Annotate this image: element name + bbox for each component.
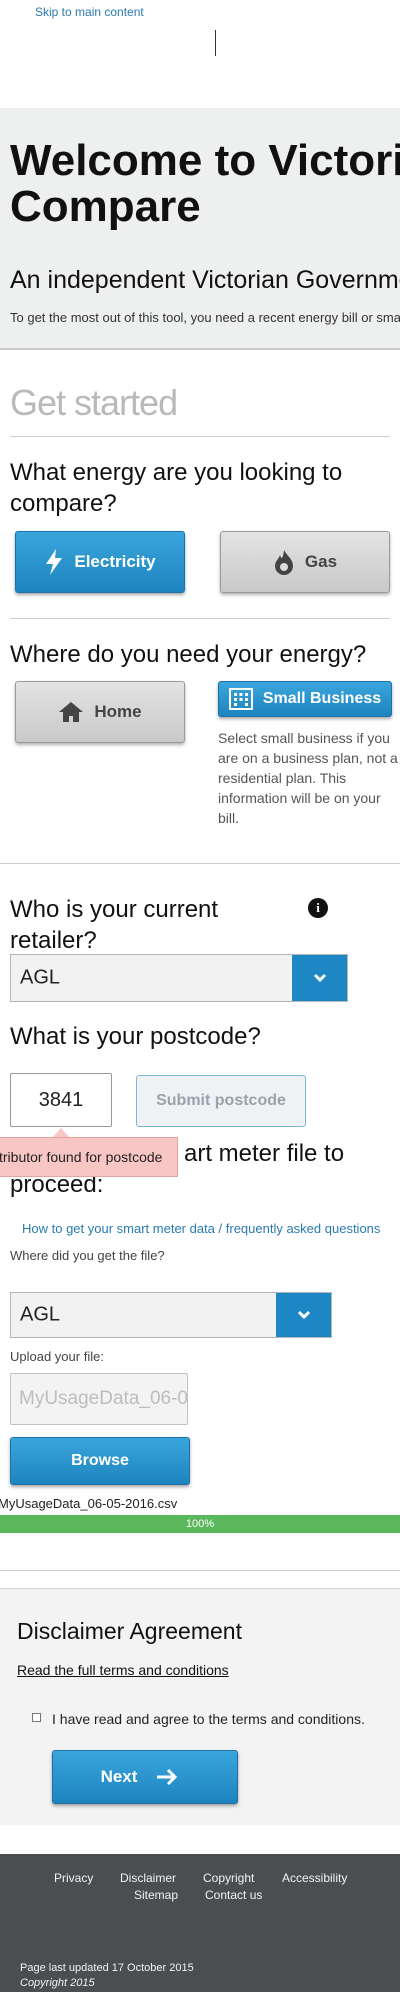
next-button[interactable]: Next — [52, 1750, 238, 1804]
info-icon[interactable]: i — [308, 898, 328, 918]
browse-button[interactable]: Browse — [10, 1437, 190, 1485]
hero-note: To get the most out of this tool, you ne… — [10, 310, 400, 325]
submit-postcode-button[interactable]: Submit postcode — [136, 1075, 306, 1127]
skip-to-content-link[interactable]: Skip to main content — [35, 5, 144, 19]
gas-label: Gas — [304, 552, 338, 571]
home-label: Home — [94, 702, 142, 721]
small-business-note: Select small business if you are on a bu… — [218, 730, 398, 826]
footer-link-contact[interactable]: Contact us — [205, 1888, 262, 1902]
energy-question: What energy are you looking to compare? — [10, 459, 343, 517]
divider — [10, 618, 390, 619]
retailer-question: Who is your current retailer? — [10, 896, 219, 954]
footer-link-sitemap[interactable]: Sitemap — [134, 1888, 178, 1902]
location-question: Where do you need your energy? — [10, 641, 367, 668]
get-started-heading: Get started — [10, 382, 178, 423]
hero-subtitle: An independent Victorian Government webs… — [10, 266, 400, 294]
postcode-error-text: tributor found for postcode — [0, 1149, 163, 1165]
home-icon — [59, 702, 84, 722]
text-cursor — [215, 30, 216, 56]
divider — [10, 436, 390, 437]
file-source-select[interactable]: AGL — [10, 1292, 332, 1338]
file-source-selected-value: AGL — [20, 1303, 61, 1326]
postcode-error-tooltip: tributor found for postcode — [0, 1137, 178, 1177]
chevron-down-icon[interactable] — [276, 1293, 331, 1337]
hero-banner: Welcome to Victorian Energy Compare An i… — [0, 108, 400, 350]
chevron-down-icon[interactable] — [292, 955, 347, 1001]
upload-label: Upload your file: — [10, 1349, 104, 1364]
footer-link-accessibility[interactable]: Accessibility — [282, 1871, 347, 1885]
upload-progress-label: 100% — [185, 1518, 215, 1530]
electricity-label: Electricity — [74, 552, 156, 571]
postcode-input[interactable]: 3841 — [10, 1073, 112, 1127]
file-name-placeholder: MyUsageData_06-05-2016.csv — [19, 1388, 188, 1409]
building-icon — [228, 688, 253, 710]
divider — [0, 1570, 400, 1571]
file-name-input[interactable]: MyUsageData_06-05-2016.csv — [10, 1373, 188, 1425]
footer-link-copyright[interactable]: Copyright — [203, 1871, 254, 1885]
lightning-icon — [46, 549, 63, 575]
page-title-line2: Compare — [10, 182, 201, 231]
upload-progress-bar: 100% — [0, 1515, 400, 1533]
small-business-button[interactable]: Small Business — [218, 681, 392, 717]
retailer-select[interactable]: AGL — [10, 954, 348, 1002]
flame-icon — [274, 550, 293, 575]
arrow-right-icon — [157, 1768, 178, 1786]
next-label: Next — [100, 1767, 138, 1786]
postcode-question: What is your postcode? — [10, 1023, 261, 1050]
divider — [0, 863, 400, 864]
disclaimer-title: Disclaimer Agreement — [17, 1618, 242, 1644]
file-source-label: Where did you get the file? — [10, 1248, 165, 1263]
smart-meter-faq-link[interactable]: How to get your smart meter data / frequ… — [22, 1221, 380, 1236]
small-business-label: Small Business — [262, 690, 382, 707]
copyright-note: Copyright 2015 — [20, 1977, 95, 1989]
gas-button[interactable]: Gas — [220, 531, 390, 593]
retailer-selected-value: AGL — [20, 966, 61, 989]
page-title-line1: Welcome to Victorian Energy — [10, 136, 400, 185]
last-updated: Page last updated 17 October 2015 — [20, 1962, 194, 1974]
electricity-button[interactable]: Electricity — [15, 531, 185, 593]
footer-link-disclaimer[interactable]: Disclaimer — [120, 1871, 176, 1885]
home-button[interactable]: Home — [15, 681, 185, 743]
agree-label[interactable]: I have read and agree to the terms and c… — [52, 1711, 365, 1727]
agree-checkbox[interactable] — [32, 1713, 41, 1722]
footer-link-privacy[interactable]: Privacy — [54, 1871, 93, 1885]
terms-link[interactable]: Read the full terms and conditions — [17, 1662, 229, 1678]
uploaded-file-name: MyUsageData_06-05-2016.csv — [0, 1496, 178, 1511]
page-title: Welcome to Victorian Energy Compare — [10, 138, 400, 230]
